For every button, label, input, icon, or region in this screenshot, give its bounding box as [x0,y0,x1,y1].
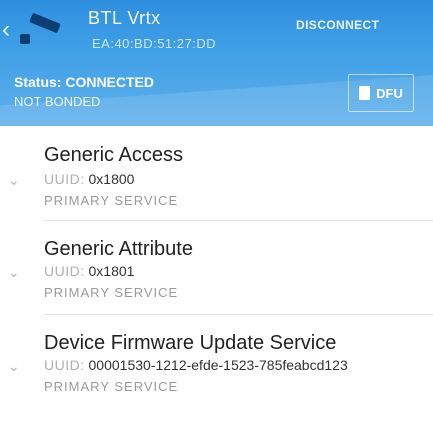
service-name: Generic Attribute [44,238,193,260]
chevron-down-icon[interactable]: ⌄ [8,264,20,281]
chevron-down-icon[interactable]: ⌄ [8,172,20,189]
service-name: Generic Access [44,144,183,166]
uuid-prefix: UUID: [44,357,85,373]
dfu-icon [359,86,371,100]
dfu-label: DFU [376,85,403,101]
service-type: PRIMARY SERVICE [44,379,179,394]
service-uuid-row: UUID: 0x1801 [44,263,134,279]
service-item[interactable]: Generic Attribute ⌄ UUID: 0x1801 PRIMARY… [0,220,433,316]
service-uuid-row: UUID: 0x1800 [44,171,134,187]
device-mac-address: EA:40:BD:51:27:DD [92,36,217,51]
chevron-down-icon[interactable]: ⌄ [8,358,20,375]
uuid-prefix: UUID: [44,263,85,279]
service-uuid: 0x1801 [88,263,135,279]
connection-status: Status: CONNECTED [14,74,155,90]
service-item[interactable]: Device Firmware Update Service ⌄ UUID: 0… [0,314,433,414]
bond-state: NOT BONDED [14,94,101,109]
service-item[interactable]: Generic Access ⌄ UUID: 0x1800 PRIMARY SE… [0,126,433,224]
device-header: ‹ BTL Vrtx EA:40:BD:51:27:DD DISCONNECT … [0,0,433,126]
dfu-button[interactable]: DFU [348,74,414,112]
service-type: PRIMARY SERVICE [44,285,179,300]
service-uuid: 00001530-1212-efde-1523-785feabcd123 [88,357,348,373]
service-uuid-row: UUID: 00001530-1212-efde-1523-785feabcd1… [44,357,348,373]
uuid-prefix: UUID: [44,171,85,187]
device-name: BTL Vrtx [88,8,161,28]
service-uuid: 0x1800 [88,171,135,187]
back-arrow-icon[interactable]: ‹ [2,18,10,42]
service-name: Device Firmware Update Service [44,332,337,354]
app-logo-icon [20,8,66,48]
disconnect-button[interactable]: DISCONNECT [296,18,379,32]
service-type: PRIMARY SERVICE [44,193,179,208]
